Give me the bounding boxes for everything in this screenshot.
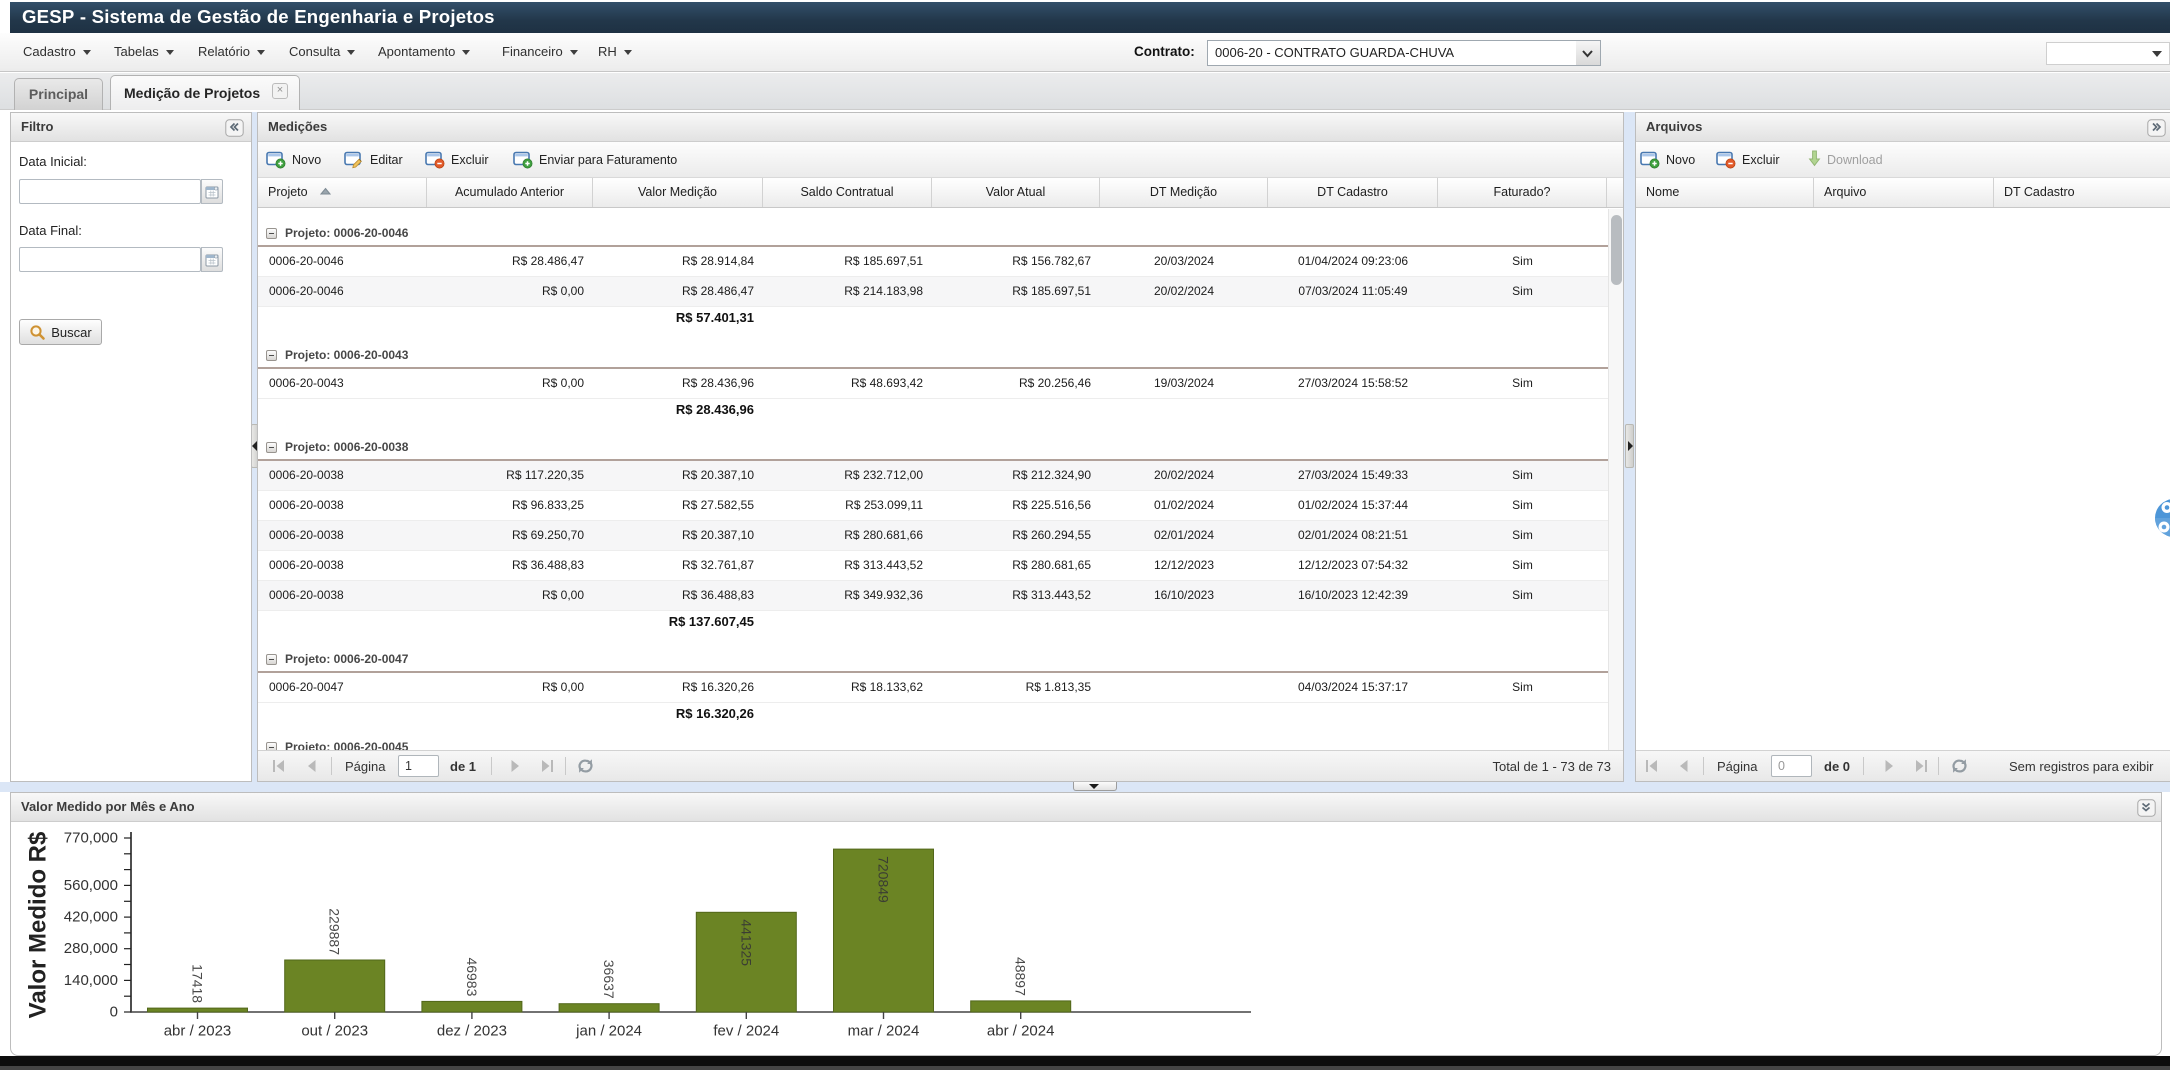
svg-text:36637: 36637 xyxy=(601,960,617,999)
svg-text:48897: 48897 xyxy=(1013,957,1029,996)
svg-text:0: 0 xyxy=(110,1004,118,1021)
svg-text:770,000: 770,000 xyxy=(64,830,118,847)
svg-text:441325: 441325 xyxy=(738,919,754,966)
svg-text:140,000: 140,000 xyxy=(64,972,118,989)
svg-text:out / 2023: out / 2023 xyxy=(301,1023,368,1040)
svg-text:dez / 2023: dez / 2023 xyxy=(437,1023,507,1040)
svg-text:560,000: 560,000 xyxy=(64,877,118,894)
svg-text:229887: 229887 xyxy=(327,908,343,955)
svg-text:fev / 2024: fev / 2024 xyxy=(713,1023,779,1040)
svg-text:jan / 2024: jan / 2024 xyxy=(575,1023,642,1040)
svg-text:420,000: 420,000 xyxy=(64,909,118,926)
svg-text:46983: 46983 xyxy=(464,957,480,996)
svg-text:280,000: 280,000 xyxy=(64,940,118,957)
svg-text:abr / 2023: abr / 2023 xyxy=(164,1023,232,1040)
svg-text:abr / 2024: abr / 2024 xyxy=(987,1023,1055,1040)
svg-text:720849: 720849 xyxy=(876,856,892,903)
svg-text:17418: 17418 xyxy=(190,964,206,1003)
svg-text:Valor Medido R$: Valor Medido R$ xyxy=(25,831,52,1018)
svg-text:mar / 2024: mar / 2024 xyxy=(848,1023,920,1040)
